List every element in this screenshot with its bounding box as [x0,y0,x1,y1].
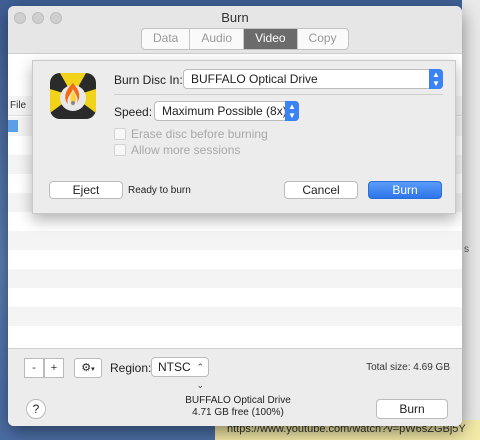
background-window: s [462,0,480,440]
burn-disc-label: Burn Disc In: [114,73,183,87]
burn-sheet-dialog: Burn Disc In: BUFFALO Optical Drive ▲ ▼ S… [32,60,456,214]
speed-select[interactable]: Maximum Possible (8x) ▲ ▼ [154,101,299,121]
gear-icon: ⚙ [81,362,92,374]
selection-marker [8,120,18,132]
burn-window: Burn Data Audio Video Copy File - + ⚙▾ R… [8,6,462,426]
erase-disc-label: Erase disc before burning [131,127,268,141]
region-value: NTSC [158,360,191,374]
drive-free-space: 4.71 GB free (100%) [192,407,284,418]
tab-bar: Data Audio Video Copy [141,28,349,50]
region-label: Region: [110,361,152,375]
burn-app-icon [50,73,96,119]
tab-data[interactable]: Data [142,29,191,49]
checkbox-box [114,128,126,140]
region-select[interactable]: NTSC ⌃ ⌄ [151,357,209,390]
bottom-bar: - + ⚙▾ Region: NTSC ⌃ ⌄ Total size: 4.69 … [8,348,462,426]
window-title: Burn [221,10,249,25]
list-row[interactable] [8,288,462,307]
titlebar: Burn Data Audio Video Copy [8,6,462,54]
updown-arrows-icon: ⌃ ⌄ [196,362,204,390]
list-row[interactable] [8,250,462,269]
separator [114,94,443,95]
status-text: Ready to burn [128,185,191,196]
speed-select-value: Maximum Possible (8x) [162,104,287,118]
checkbox-box [114,144,126,156]
list-row[interactable] [8,326,462,345]
chevron-down-icon: ▾ [91,366,95,373]
total-size: Total size: 4.69 GB [366,362,450,373]
allow-sessions-checkbox[interactable]: Allow more sessions [114,143,240,157]
help-button[interactable]: ? [26,399,46,419]
speed-label: Speed: [114,105,153,119]
tab-audio[interactable]: Audio [190,29,245,49]
tab-copy[interactable]: Copy [298,29,348,49]
gear-menu-button[interactable]: ⚙▾ [74,358,102,378]
allow-sessions-label: Allow more sessions [131,143,241,157]
cancel-button[interactable]: Cancel [284,181,358,199]
drive-name: BUFFALO Optical Drive [185,395,291,406]
background-text: s [464,244,469,255]
list-row[interactable] [8,307,462,326]
add-button[interactable]: + [44,358,64,378]
eject-button[interactable]: Eject [49,181,123,199]
erase-disc-checkbox[interactable]: Erase disc before burning [114,127,268,141]
burn-button[interactable]: Burn [368,181,442,199]
list-row[interactable] [8,212,462,231]
updown-arrows-icon: ▲ ▼ [285,101,299,121]
list-row[interactable] [8,231,462,250]
burn-button-main[interactable]: Burn [376,399,448,419]
updown-arrows-icon: ▲ ▼ [429,69,443,89]
tab-video[interactable]: Video [244,29,298,49]
list-row[interactable] [8,269,462,288]
drive-select-value: BUFFALO Optical Drive [191,72,318,86]
drive-info: BUFFALO Optical Drive 4.71 GB free (100%… [138,395,338,419]
remove-button[interactable]: - [24,358,44,378]
drive-select[interactable]: BUFFALO Optical Drive ▲ ▼ [183,69,443,89]
